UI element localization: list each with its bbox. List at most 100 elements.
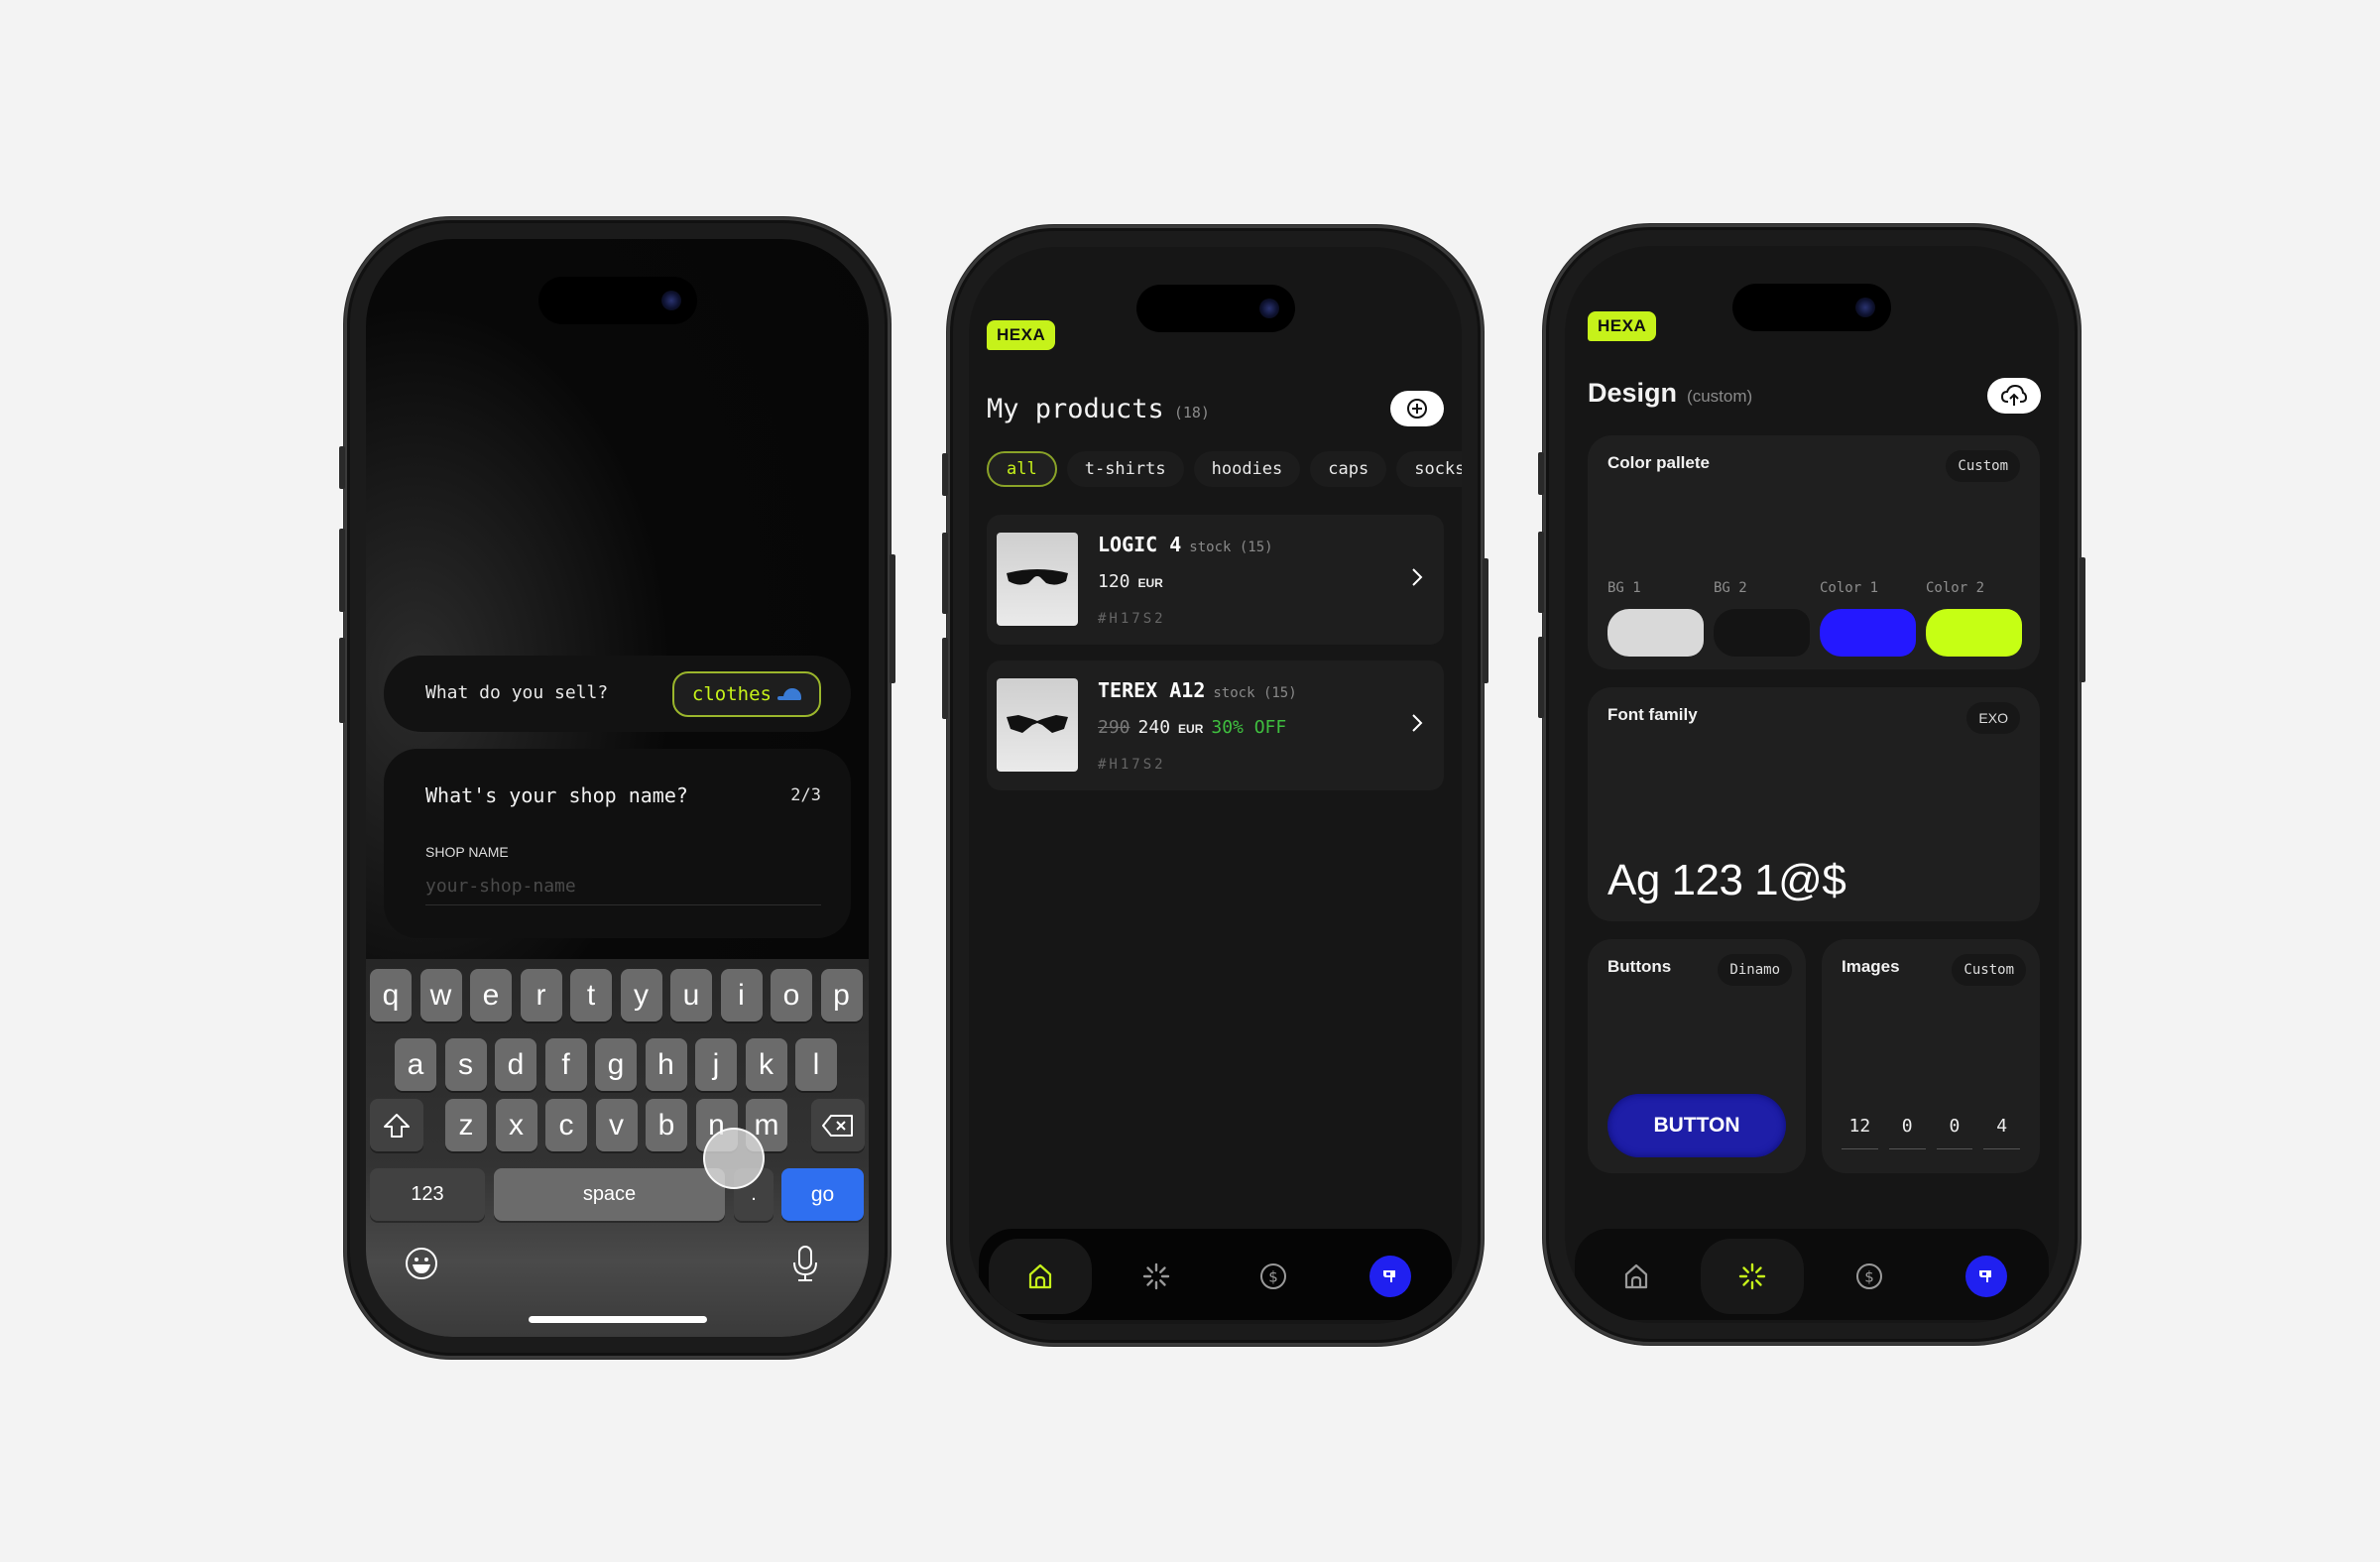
key-o[interactable]: o <box>771 969 812 1021</box>
emoji-icon[interactable] <box>405 1247 438 1280</box>
corner-radius-field[interactable]: 0 <box>1936 1116 1973 1149</box>
nav-item-home[interactable] <box>1585 1239 1688 1314</box>
color-swatch[interactable] <box>1607 609 1704 657</box>
filter-chip-all[interactable]: all <box>987 451 1057 487</box>
phone-design: HEXA Design (custom) Color pallete Custom… <box>1538 224 2085 1345</box>
plus-circle-icon <box>1407 399 1427 419</box>
category-filters: all t-shirts hoodies caps socks <box>987 451 1462 487</box>
corner-radius-field[interactable]: 12 <box>1842 1116 1878 1149</box>
color-swatch[interactable] <box>1714 609 1810 657</box>
key-s[interactable]: s <box>444 1038 487 1091</box>
shift-key[interactable] <box>370 1099 423 1151</box>
key-b[interactable]: b <box>646 1099 687 1151</box>
page-title-text: My products <box>987 394 1164 424</box>
key-v[interactable]: v <box>595 1099 638 1151</box>
corner-radius-field[interactable]: 0 <box>1888 1116 1926 1149</box>
sample-button[interactable]: BUTTON <box>1607 1094 1786 1157</box>
color-swatch[interactable] <box>1926 609 2022 657</box>
key-x[interactable]: x <box>495 1099 537 1151</box>
nav-item-dollar[interactable]: $ <box>1222 1239 1325 1314</box>
key-r[interactable]: r <box>520 969 562 1021</box>
color-swatch[interactable] <box>1820 609 1916 657</box>
filter-chip-socks[interactable]: socks <box>1396 451 1462 487</box>
product-card[interactable]: LOGIC 4 stock (15) 120 EUR #H17S2 <box>987 515 1444 645</box>
product-name-text: LOGIC 4 <box>1098 533 1182 556</box>
filter-chip-t-shirts[interactable]: t-shirts <box>1066 451 1184 487</box>
bottom-nav: $ <box>1575 1229 2049 1320</box>
nav-item-sparkle[interactable] <box>1105 1239 1208 1314</box>
corner-radius-field[interactable]: 4 <box>1983 1116 2020 1149</box>
font-family-card[interactable]: Font family EXO Ag 123 1@$ <box>1588 687 2040 921</box>
card-tag[interactable]: EXO <box>1966 702 2020 734</box>
key-i[interactable]: i <box>720 969 763 1021</box>
nav-item-store-avatar[interactable] <box>1935 1239 2038 1314</box>
volume-down-button <box>1538 637 1544 718</box>
brand-badge: HEXA <box>987 320 1056 350</box>
sparkle-icon <box>1142 1262 1170 1290</box>
filter-chip-caps[interactable]: caps <box>1310 451 1387 487</box>
dollar-icon: $ <box>1260 1263 1286 1289</box>
key-u[interactable]: u <box>670 969 712 1021</box>
product-card[interactable]: TEREX A12 stock (15) 290 240 EUR 30% OFF … <box>987 661 1444 790</box>
sell-question-card: What do you sell? clothes <box>384 656 851 732</box>
key-d[interactable]: d <box>495 1038 536 1091</box>
key-w[interactable]: w <box>419 969 462 1021</box>
dynamic-island <box>1732 284 1891 331</box>
store-avatar-icon <box>1383 1270 1395 1282</box>
corner-radius-fields: 12 0 0 4 <box>1842 1116 2020 1149</box>
cloud-upload-icon <box>2001 385 2027 406</box>
key-q[interactable]: q <box>370 969 412 1021</box>
filter-chip-hoodies[interactable]: hoodies <box>1193 451 1301 487</box>
nav-item-sparkle[interactable] <box>1701 1239 1804 1314</box>
add-product-button[interactable] <box>1390 391 1444 426</box>
backspace-key[interactable] <box>811 1099 865 1151</box>
nav-item-dollar[interactable]: $ <box>1818 1239 1921 1314</box>
dollar-icon: $ <box>1856 1263 1882 1289</box>
microphone-icon[interactable] <box>791 1245 819 1282</box>
card-tag[interactable]: Custom <box>1946 450 2020 482</box>
home-icon <box>1624 1263 1648 1289</box>
images-card[interactable]: Images Custom 12 0 0 4 <box>1822 939 2040 1173</box>
key-c[interactable]: c <box>545 1099 587 1151</box>
card-title: Color pallete <box>1607 453 1710 472</box>
action-button <box>1538 452 1544 495</box>
color-palette-card[interactable]: Color pallete Custom BG 1 BG 2 Color 1 Colo… <box>1588 435 2040 669</box>
key-f[interactable]: f <box>544 1038 587 1091</box>
nav-item-home[interactable] <box>989 1239 1092 1314</box>
upload-button[interactable] <box>1987 378 2041 414</box>
buttons-card[interactable]: Buttons Dinamo BUTTON <box>1588 939 1806 1173</box>
product-stock: stock (15) <box>1189 540 1273 555</box>
key-j[interactable]: j <box>695 1038 737 1091</box>
key-a[interactable]: a <box>395 1038 436 1091</box>
key-g[interactable]: g <box>595 1038 637 1091</box>
sparkle-icon <box>1738 1262 1766 1290</box>
key-y[interactable]: y <box>620 969 662 1021</box>
avatar <box>1369 1256 1411 1297</box>
step-indicator: 2/3 <box>790 785 821 805</box>
cap-icon <box>777 688 801 700</box>
go-key[interactable]: go <box>781 1168 864 1221</box>
action-button <box>942 453 948 496</box>
shift-icon <box>384 1113 410 1138</box>
card-tag[interactable]: Custom <box>1952 954 2026 986</box>
product-name-text: TEREX A12 <box>1098 678 1206 702</box>
key-p[interactable]: p <box>820 969 863 1021</box>
sell-answer-chip[interactable]: clothes <box>671 671 821 717</box>
numbers-key[interactable]: 123 <box>370 1168 485 1221</box>
shop-name-input[interactable] <box>425 868 821 905</box>
key-k[interactable]: k <box>745 1038 787 1091</box>
space-key[interactable]: space <box>494 1168 725 1221</box>
screen: What do you sell? clothes What's your sh… <box>366 239 869 1337</box>
key-l[interactable]: l <box>795 1038 837 1091</box>
nav-item-store-avatar[interactable] <box>1339 1239 1442 1314</box>
sunglasses-image <box>1007 569 1068 585</box>
card-tag[interactable]: Dinamo <box>1718 954 1792 986</box>
old-price: 290 <box>1098 717 1130 738</box>
key-z[interactable]: z <box>445 1099 487 1151</box>
svg-text:$: $ <box>1268 1268 1278 1286</box>
key-h[interactable]: h <box>645 1038 687 1091</box>
key-e[interactable]: e <box>470 969 512 1021</box>
volume-down-button <box>339 638 345 723</box>
keyboard: qwertyuiop asdfghjkl zxcvbnm 123 space .… <box>366 959 869 1337</box>
key-t[interactable]: t <box>570 969 612 1021</box>
